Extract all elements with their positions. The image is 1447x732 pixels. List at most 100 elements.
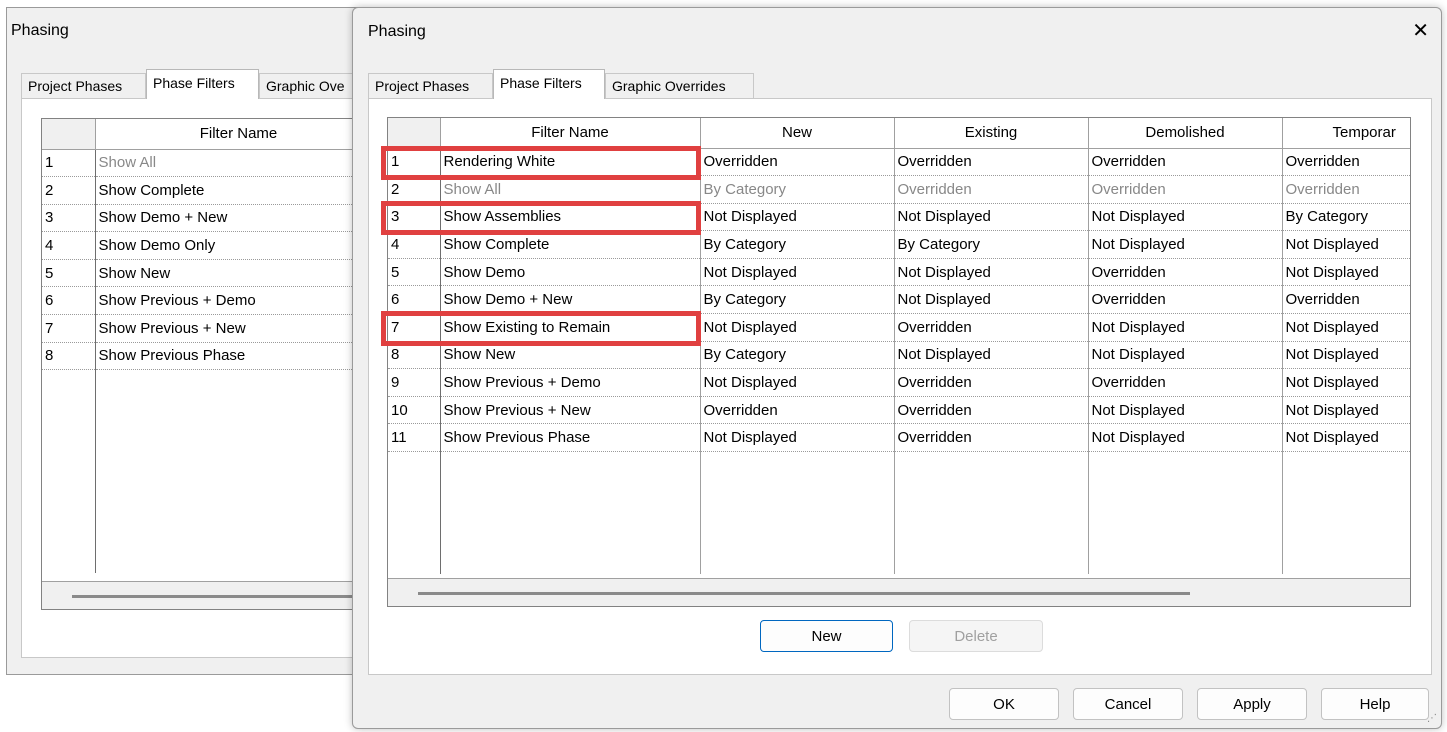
cell-demolished[interactable]: Not Displayed bbox=[1088, 313, 1283, 342]
cell-existing[interactable]: Not Displayed bbox=[894, 258, 1089, 287]
table-row[interactable]: 4 Show Complete By Category By Category Not … bbox=[388, 230, 1410, 259]
bg-table-row[interactable]: 2 Show Complete bbox=[42, 176, 365, 205]
table-row[interactable]: 11 Show Previous Phase Not Displayed Overri… bbox=[388, 423, 1410, 453]
header-existing[interactable]: Existing bbox=[894, 118, 1089, 149]
row-number[interactable]: 10 bbox=[388, 396, 441, 425]
table-row[interactable]: 3 Show Assemblies Not Displayed Not Display… bbox=[388, 203, 1410, 232]
bg-row-number[interactable]: 4 bbox=[42, 231, 96, 260]
row-number[interactable]: 11 bbox=[388, 423, 441, 453]
cell-demolished[interactable]: Not Displayed bbox=[1088, 230, 1283, 259]
scroll-thumb[interactable] bbox=[418, 592, 1190, 595]
cell-existing[interactable]: Not Displayed bbox=[894, 203, 1089, 232]
delete-button[interactable]: Delete bbox=[909, 620, 1043, 652]
bg-table-row[interactable]: 5 Show New bbox=[42, 259, 365, 288]
bg-table-row[interactable]: 4 Show Demo Only bbox=[42, 231, 365, 260]
cell-new[interactable]: Not Displayed bbox=[700, 368, 895, 397]
header-filter-name[interactable]: Filter Name bbox=[440, 118, 701, 149]
bg-cell-filter-name[interactable]: Show Demo + New bbox=[95, 204, 365, 233]
cell-demolished[interactable]: Overridden bbox=[1088, 258, 1283, 287]
cell-filter-name[interactable]: Show Previous + Demo bbox=[440, 368, 701, 397]
bg-row-number[interactable]: 7 bbox=[42, 314, 96, 343]
cell-demolished[interactable]: Overridden bbox=[1088, 148, 1283, 177]
cell-new[interactable]: Not Displayed bbox=[700, 203, 895, 232]
cell-temporary[interactable]: Not Displayed bbox=[1282, 423, 1410, 453]
bg-cell-filter-name[interactable]: Show Complete bbox=[95, 176, 365, 205]
table-row[interactable]: 6 Show Demo + New By Category Not Displayed… bbox=[388, 285, 1410, 315]
cell-new[interactable]: By Category bbox=[700, 341, 895, 370]
tab-graphic-overrides[interactable]: Graphic Overrides bbox=[605, 73, 754, 98]
bg-row-number[interactable]: 2 bbox=[42, 176, 96, 205]
cell-temporary[interactable]: Not Displayed bbox=[1282, 396, 1410, 425]
bg-row-number[interactable]: 6 bbox=[42, 286, 96, 316]
cell-temporary[interactable]: Not Displayed bbox=[1282, 258, 1410, 287]
cell-filter-name[interactable]: Show All bbox=[440, 175, 701, 204]
cell-demolished[interactable]: Not Displayed bbox=[1088, 203, 1283, 232]
cell-existing[interactable]: By Category bbox=[894, 230, 1089, 259]
cell-new[interactable]: By Category bbox=[700, 285, 895, 315]
cell-new[interactable]: Not Displayed bbox=[700, 258, 895, 287]
new-button[interactable]: New bbox=[760, 620, 893, 652]
row-number[interactable]: 7 bbox=[388, 313, 441, 342]
tab-phase-filters[interactable]: Phase Filters bbox=[493, 69, 605, 99]
header-temporary[interactable]: Temporar bbox=[1282, 118, 1410, 149]
cell-existing[interactable]: Overridden bbox=[894, 396, 1089, 425]
row-number[interactable]: 9 bbox=[388, 368, 441, 397]
cell-filter-name[interactable]: Show Demo + New bbox=[440, 285, 701, 315]
row-number[interactable]: 5 bbox=[388, 258, 441, 287]
cell-demolished[interactable]: Overridden bbox=[1088, 368, 1283, 397]
row-number[interactable]: 2 bbox=[388, 175, 441, 204]
bg-cell-filter-name[interactable]: Show New bbox=[95, 259, 365, 288]
row-number[interactable]: 4 bbox=[388, 230, 441, 259]
bg-tab-graphic-overrides[interactable]: Graphic Ove bbox=[259, 73, 365, 98]
row-number[interactable]: 6 bbox=[388, 285, 441, 315]
cell-filter-name[interactable]: Show Demo bbox=[440, 258, 701, 287]
cell-filter-name[interactable]: Show Previous + New bbox=[440, 396, 701, 425]
bg-cell-filter-name[interactable]: Show Previous + New bbox=[95, 314, 365, 343]
tab-project-phases[interactable]: Project Phases bbox=[368, 73, 493, 98]
bg-cell-filter-name[interactable]: Show Demo Only bbox=[95, 231, 365, 260]
cell-filter-name[interactable]: Show Assemblies bbox=[440, 203, 701, 232]
cell-temporary[interactable]: Not Displayed bbox=[1282, 230, 1410, 259]
cell-filter-name[interactable]: Show Existing to Remain bbox=[440, 313, 701, 342]
bg-table-row[interactable]: 1 Show All bbox=[42, 149, 365, 178]
cell-temporary[interactable]: Not Displayed bbox=[1282, 313, 1410, 342]
table-row[interactable]: 2 Show All By Category Overridden Overridden… bbox=[388, 175, 1410, 204]
cell-temporary[interactable]: Overridden bbox=[1282, 148, 1410, 177]
table-row[interactable]: 9 Show Previous + Demo Not Displayed Overri… bbox=[388, 368, 1410, 397]
bg-tab-phase-filters[interactable]: Phase Filters bbox=[146, 69, 259, 99]
cell-new[interactable]: Not Displayed bbox=[700, 313, 895, 342]
bg-table-row[interactable]: 6 Show Previous + Demo bbox=[42, 286, 365, 316]
cell-existing[interactable]: Overridden bbox=[894, 175, 1089, 204]
table-row[interactable]: 10 Show Previous + New Overridden Overridde… bbox=[388, 396, 1410, 425]
bg-filter-grid[interactable]: Filter Name 1 Show All 2 Show Complete 3 Show… bbox=[41, 118, 365, 610]
cell-filter-name[interactable]: Show New bbox=[440, 341, 701, 370]
cell-demolished[interactable]: Not Displayed bbox=[1088, 423, 1283, 453]
cell-existing[interactable]: Overridden bbox=[894, 313, 1089, 342]
bg-table-row[interactable]: 8 Show Previous Phase bbox=[42, 342, 365, 371]
table-row[interactable]: 8 Show New By Category Not Displayed Not Dis… bbox=[388, 341, 1410, 370]
table-row[interactable]: 7 Show Existing to Remain Not Displayed Ove… bbox=[388, 313, 1410, 342]
cell-filter-name[interactable]: Show Previous Phase bbox=[440, 423, 701, 453]
table-row[interactable]: 1 Rendering White Overridden Overridden Over… bbox=[388, 148, 1410, 177]
cell-existing[interactable]: Not Displayed bbox=[894, 341, 1089, 370]
header-demolished[interactable]: Demolished bbox=[1088, 118, 1283, 149]
ok-button[interactable]: OK bbox=[949, 688, 1059, 720]
bg-row-number[interactable]: 5 bbox=[42, 259, 96, 288]
bg-cell-filter-name[interactable]: Show Previous Phase bbox=[95, 342, 365, 371]
bg-row-number[interactable]: 3 bbox=[42, 204, 96, 233]
cell-new[interactable]: Not Displayed bbox=[700, 423, 895, 453]
cell-new[interactable]: By Category bbox=[700, 230, 895, 259]
row-number[interactable]: 8 bbox=[388, 341, 441, 370]
row-number[interactable]: 1 bbox=[388, 148, 441, 177]
cell-temporary[interactable]: Not Displayed bbox=[1282, 341, 1410, 370]
cell-filter-name[interactable]: Rendering White bbox=[440, 148, 701, 177]
close-icon[interactable]: ✕ bbox=[1412, 18, 1429, 43]
cell-existing[interactable]: Overridden bbox=[894, 423, 1089, 453]
bg-table-row[interactable]: 7 Show Previous + New bbox=[42, 314, 365, 343]
cell-demolished[interactable]: Not Displayed bbox=[1088, 396, 1283, 425]
row-number[interactable]: 3 bbox=[388, 203, 441, 232]
cell-new[interactable]: Overridden bbox=[700, 148, 895, 177]
cell-filter-name[interactable]: Show Complete bbox=[440, 230, 701, 259]
cell-temporary[interactable]: Overridden bbox=[1282, 285, 1410, 315]
resize-grip-icon[interactable]: ⋰ bbox=[1427, 713, 1437, 724]
